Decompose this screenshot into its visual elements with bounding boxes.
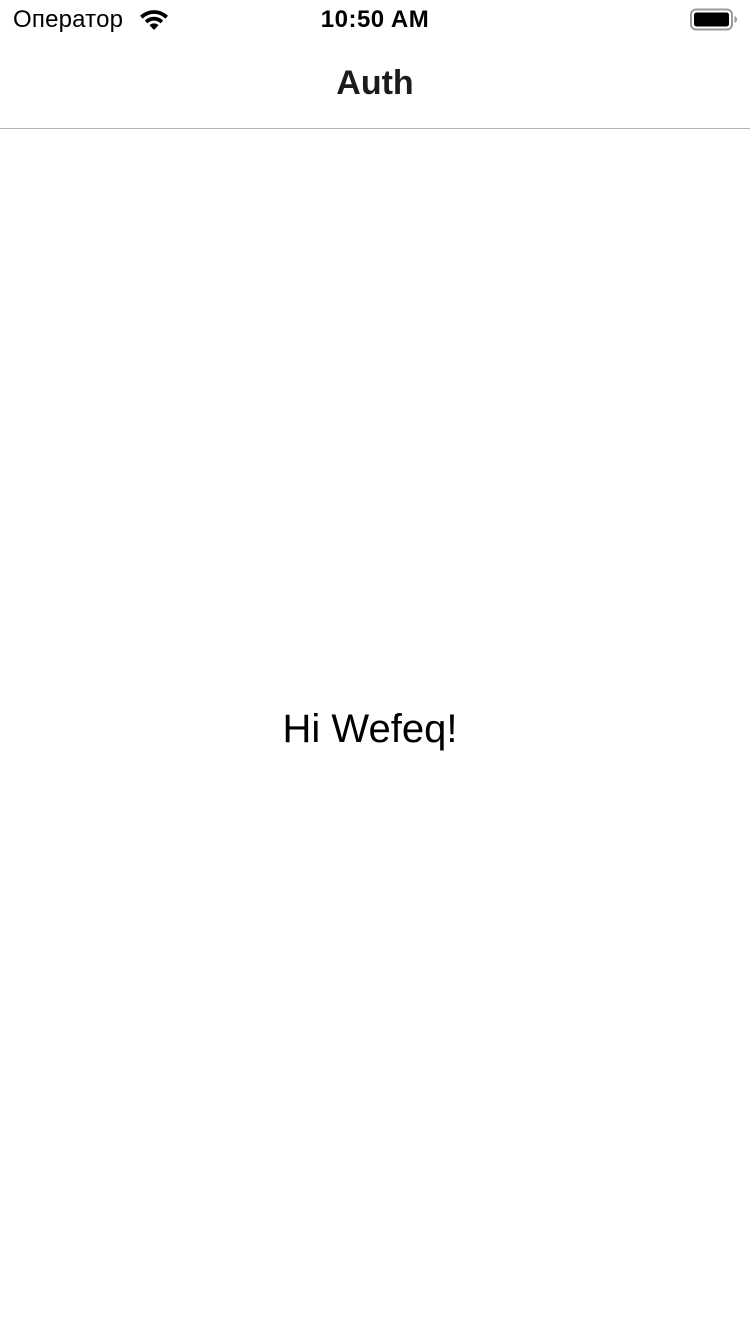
status-bar: Оператор 10:50 AM xyxy=(0,0,750,40)
nav-title: Auth xyxy=(336,64,414,102)
battery-icon xyxy=(690,8,738,32)
main-content: Hi Wefeq! xyxy=(0,129,750,1334)
app-screen: Оператор 10:50 AM Auth Hi Wefeq! xyxy=(0,0,750,1334)
status-time: 10:50 AM xyxy=(320,6,430,33)
navigation-bar: Auth xyxy=(0,40,750,129)
greeting-label: Hi Wefeq! xyxy=(282,707,458,751)
